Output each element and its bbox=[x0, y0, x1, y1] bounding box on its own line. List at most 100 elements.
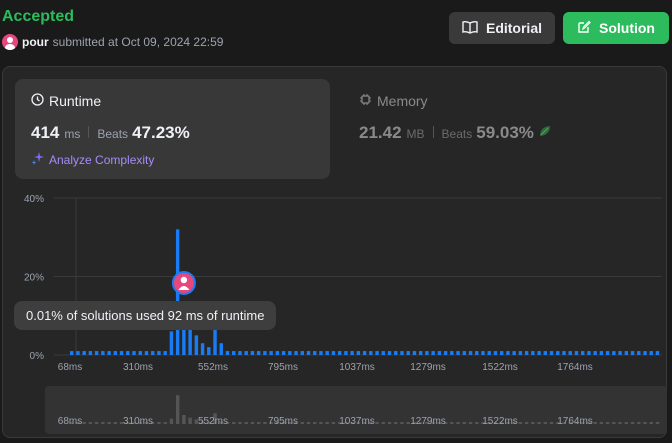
overview-bar bbox=[456, 422, 460, 424]
chart-bar[interactable] bbox=[126, 351, 130, 355]
overview-bar bbox=[188, 417, 192, 424]
chart-bar[interactable] bbox=[256, 351, 261, 355]
chart-bar[interactable] bbox=[319, 351, 323, 355]
chart-bar[interactable] bbox=[337, 351, 342, 355]
chart-bar[interactable] bbox=[387, 351, 392, 355]
chart-bar[interactable] bbox=[138, 351, 142, 355]
chart-bar[interactable] bbox=[113, 351, 118, 355]
chart-bar[interactable] bbox=[306, 351, 311, 355]
chart-bar[interactable] bbox=[487, 351, 491, 355]
overview-bar bbox=[599, 422, 604, 424]
chart-bar[interactable] bbox=[506, 351, 510, 355]
chart-bar[interactable] bbox=[375, 351, 379, 355]
chart-bar[interactable] bbox=[157, 351, 161, 355]
chart-bar[interactable] bbox=[281, 351, 286, 355]
chart-bar[interactable] bbox=[269, 351, 273, 355]
chart-bar[interactable] bbox=[394, 351, 398, 355]
chart-bar[interactable] bbox=[406, 351, 410, 355]
chart-bar[interactable] bbox=[655, 351, 660, 355]
chart-bar[interactable] bbox=[88, 351, 93, 355]
chart-bar[interactable] bbox=[331, 351, 336, 355]
runtime-distribution-chart[interactable]: 40% 20% 0% 68ms 310ms 552ms 795ms 1037ms 1279ms 1… bbox=[0, 0, 672, 443]
chart-bar[interactable] bbox=[188, 327, 192, 355]
chart-bar[interactable] bbox=[605, 351, 610, 355]
chart-bar[interactable] bbox=[238, 351, 242, 355]
chart-bar[interactable] bbox=[580, 351, 585, 355]
chart-bar[interactable] bbox=[369, 351, 373, 355]
chart-bar[interactable] bbox=[356, 351, 361, 355]
chart-bar[interactable] bbox=[144, 351, 149, 355]
chart-bar[interactable] bbox=[225, 351, 230, 355]
chart-bar[interactable] bbox=[232, 351, 236, 355]
chart-bar[interactable] bbox=[568, 351, 572, 355]
chart-bar[interactable] bbox=[275, 351, 280, 355]
chart-bar[interactable] bbox=[618, 351, 622, 355]
chart-bar[interactable] bbox=[325, 351, 329, 355]
chart-bar[interactable] bbox=[450, 351, 454, 355]
chart-bar[interactable] bbox=[244, 351, 248, 355]
chart-bar[interactable] bbox=[219, 343, 223, 355]
chart-bar[interactable] bbox=[462, 351, 467, 355]
chart-bar[interactable] bbox=[518, 351, 523, 355]
chart-bar[interactable] bbox=[512, 351, 516, 355]
chart-bar[interactable] bbox=[599, 351, 604, 355]
chart-bar[interactable] bbox=[412, 351, 417, 355]
chart-bar[interactable] bbox=[499, 351, 504, 355]
chart-bar[interactable] bbox=[562, 351, 566, 355]
chart-bar[interactable] bbox=[288, 351, 292, 355]
chart-bar[interactable] bbox=[637, 351, 641, 355]
chart-bar[interactable] bbox=[543, 351, 548, 355]
x-tick-label: 1037ms bbox=[339, 362, 375, 373]
chart-bar[interactable] bbox=[294, 351, 298, 355]
chart-bar[interactable] bbox=[481, 351, 485, 355]
chart-bar[interactable] bbox=[468, 351, 473, 355]
chart-bar[interactable] bbox=[263, 351, 267, 355]
chart-bar[interactable] bbox=[381, 351, 386, 355]
chart-bar[interactable] bbox=[101, 351, 105, 355]
chart-bar[interactable] bbox=[119, 351, 124, 355]
chart-bar[interactable] bbox=[207, 347, 211, 355]
chart-bar[interactable] bbox=[200, 343, 205, 355]
chart-bar[interactable] bbox=[556, 351, 560, 355]
chart-bar[interactable] bbox=[132, 351, 136, 355]
chart-bar[interactable] bbox=[151, 351, 155, 355]
chart-bar[interactable] bbox=[163, 351, 167, 355]
chart-bar[interactable] bbox=[630, 351, 635, 355]
chart-bar[interactable] bbox=[431, 351, 435, 355]
chart-bar[interactable] bbox=[612, 351, 616, 355]
chart-bar[interactable] bbox=[587, 351, 591, 355]
chart-bar[interactable] bbox=[643, 351, 647, 355]
overview-bar bbox=[182, 415, 186, 424]
chart-bar[interactable] bbox=[418, 351, 423, 355]
chart-bar[interactable] bbox=[456, 351, 460, 355]
chart-bar[interactable] bbox=[549, 351, 554, 355]
chart-bar[interactable] bbox=[300, 351, 304, 355]
chart-bar[interactable] bbox=[574, 351, 579, 355]
chart-bar[interactable] bbox=[250, 351, 255, 355]
chart-bar[interactable] bbox=[524, 351, 529, 355]
chart-bar[interactable] bbox=[437, 351, 442, 355]
chart-bar[interactable] bbox=[350, 351, 354, 355]
chart-bar[interactable] bbox=[649, 351, 653, 355]
chart-bar[interactable] bbox=[107, 351, 111, 355]
chart-bar[interactable] bbox=[344, 351, 348, 355]
chart-bar[interactable] bbox=[194, 335, 199, 355]
chart-bar[interactable] bbox=[169, 331, 174, 355]
chart-bar[interactable] bbox=[400, 351, 404, 355]
chart-bar[interactable] bbox=[537, 351, 541, 355]
chart-bar[interactable] bbox=[70, 351, 74, 355]
chart-bar[interactable] bbox=[475, 351, 479, 355]
chart-bar[interactable] bbox=[593, 351, 597, 355]
chart-bar[interactable] bbox=[362, 351, 367, 355]
chart-bar[interactable] bbox=[425, 351, 429, 355]
chart-bar[interactable] bbox=[493, 351, 498, 355]
chart-bar[interactable] bbox=[443, 351, 448, 355]
chart-bar[interactable] bbox=[531, 351, 535, 355]
chart-bar[interactable] bbox=[94, 351, 99, 355]
chart-bar[interactable] bbox=[624, 351, 629, 355]
chart-bar[interactable] bbox=[313, 351, 317, 355]
overview-bar bbox=[387, 422, 392, 424]
chart-bar[interactable] bbox=[76, 351, 80, 355]
overview-bar bbox=[88, 422, 93, 424]
chart-bar[interactable] bbox=[82, 351, 86, 355]
